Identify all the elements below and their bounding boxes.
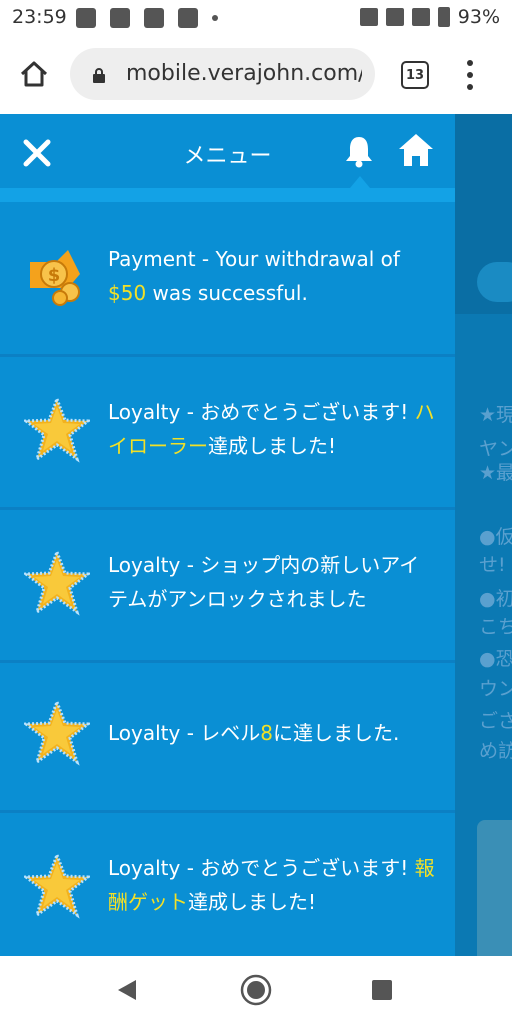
battery-icon	[437, 7, 450, 27]
home-icon[interactable]	[397, 132, 435, 168]
notification-text-part: Payment - Your withdrawal of	[108, 247, 400, 271]
background-text-line: め訪	[479, 740, 512, 762]
vibrate-icon	[359, 8, 378, 26]
battery-percent: 93%	[457, 6, 500, 28]
shield-icon	[178, 8, 198, 28]
notification-text-part: was successful.	[146, 281, 308, 305]
notification-text: Loyalty - レベル8に達しました.	[108, 716, 438, 750]
notification-text: Loyalty - ショップ内の新しいアイテムがアンロックされました	[108, 548, 438, 616]
notification-icon	[76, 8, 96, 28]
notification-item[interactable]: Loyalty - おめでとうございます! ハイローラー達成しました!	[0, 357, 455, 510]
notification-text-part: Loyalty - おめでとうございます!	[108, 856, 415, 880]
background-text-line: ヤン	[479, 438, 512, 460]
tab-switcher-button[interactable]: 13	[401, 61, 429, 89]
notification-item[interactable]: Loyalty - ショップ内の新しいアイテムがアンロックされました	[0, 510, 455, 663]
browser-home-icon[interactable]	[20, 60, 48, 88]
background-text-line: ★最	[479, 462, 512, 484]
recent-apps-icon[interactable]	[372, 980, 392, 1000]
signal-icon	[411, 8, 430, 26]
menu-divider	[0, 188, 455, 202]
star-icon	[24, 397, 90, 463]
background-text-line: ●初	[479, 588, 512, 610]
notification-text-part: Loyalty - レベル	[108, 721, 261, 745]
back-icon[interactable]	[116, 978, 138, 1002]
menu-title: メニュー	[183, 144, 272, 169]
lock-icon	[93, 68, 105, 83]
cup-icon	[110, 8, 130, 28]
notification-text-part: Loyalty - ショップ内の新しいアイテムがアンロックされました	[108, 553, 420, 611]
notification-text-part: Loyalty - おめでとうございます!	[108, 400, 415, 424]
notification-text-part: に達しました.	[273, 721, 400, 745]
status-icons-left	[76, 8, 218, 28]
background-text-line: ウン	[479, 678, 512, 700]
menu-header: メニュー	[0, 114, 455, 188]
background-text-line: ●仮	[479, 526, 512, 548]
notification-item[interactable]: Loyalty - おめでとうございます! 報酬ゲット達成しました!	[0, 813, 455, 956]
notification-item[interactable]: $ Payment - Your withdrawal of $50 was s…	[0, 204, 455, 357]
background-text-line: ござ	[479, 710, 512, 732]
background-text-line: ★現	[479, 404, 512, 426]
notification-text-part: 達成しました!	[208, 434, 337, 458]
background-pill	[477, 262, 512, 302]
background-image	[477, 820, 512, 956]
notification-text: Payment - Your withdrawal of $50 was suc…	[108, 242, 438, 310]
star-icon	[24, 853, 90, 919]
star-icon	[24, 700, 90, 766]
notification-text-part: 達成しました!	[188, 890, 317, 914]
home-button-icon[interactable]	[240, 974, 272, 1006]
wifi-icon	[385, 8, 404, 26]
notification-text: Loyalty - おめでとうございます! ハイローラー達成しました!	[108, 395, 438, 463]
notification-pointer	[350, 176, 370, 188]
browser-toolbar: mobile.verajohn.com/ja 13	[0, 36, 512, 114]
more-menu-icon[interactable]	[466, 60, 474, 90]
background-text-line: せ!	[479, 554, 506, 576]
background-page: ★現 ヤン ★最 ●仮 せ! ●初 こち ●恐 ウン ござ め訪	[455, 114, 512, 956]
status-time: 23:59	[12, 6, 67, 28]
svg-text:$: $	[48, 265, 61, 286]
menu-panel: メニュー $ Payment - Your withdrawal of $50 …	[0, 114, 455, 956]
status-bar: 23:59 93%	[0, 0, 512, 36]
star-icon	[24, 550, 90, 616]
notification-highlight: $50	[108, 281, 147, 305]
notification-item[interactable]: Loyalty - レベル8に達しました.	[0, 660, 455, 813]
background-text-line: こち	[479, 616, 512, 638]
notification-text: Loyalty - おめでとうございます! 報酬ゲット達成しました!	[108, 851, 438, 919]
background-text-line: ●恐	[479, 648, 512, 670]
url-text[interactable]: mobile.verajohn.com/ja	[126, 61, 362, 86]
dot-icon	[212, 15, 218, 21]
notification-highlight: 8	[260, 721, 274, 745]
calendar-icon	[144, 8, 164, 28]
bell-icon[interactable]	[344, 134, 374, 168]
status-icons-right: 93%	[359, 6, 500, 28]
payment-coin-icon: $	[30, 250, 80, 306]
